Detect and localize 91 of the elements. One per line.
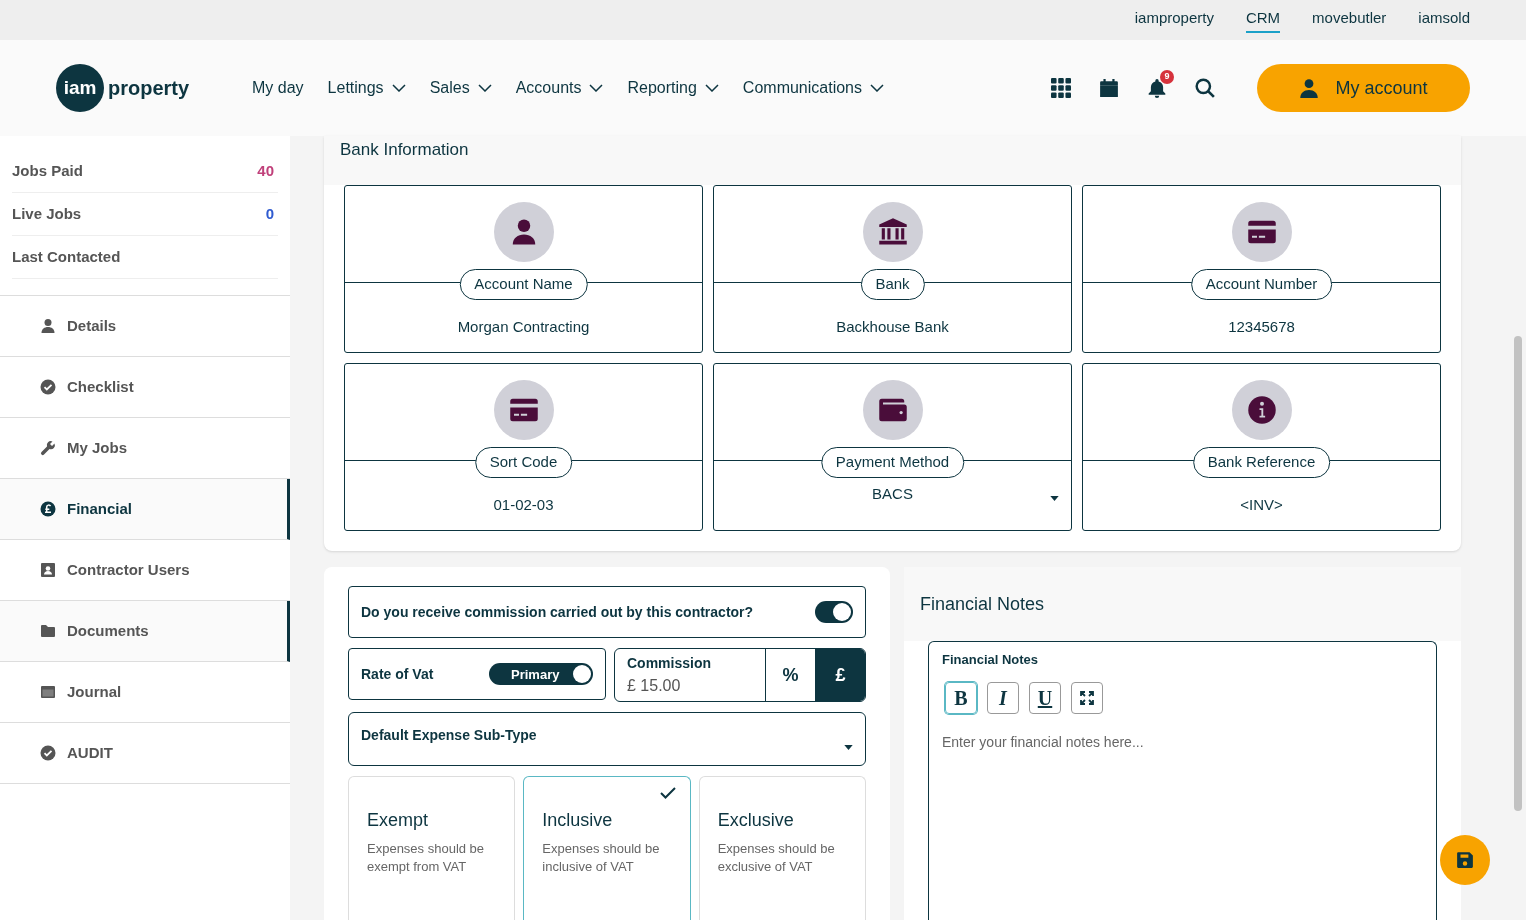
- top-link[interactable]: movebutler: [1312, 7, 1387, 33]
- field-label: Account Name: [459, 269, 588, 300]
- apps-grid-icon: [1051, 78, 1071, 98]
- stat-label: Live Jobs: [12, 203, 82, 224]
- nav-link[interactable]: Sales: [429, 76, 492, 100]
- search-button[interactable]: [1193, 76, 1217, 100]
- unit-toggle[interactable]: £: [815, 649, 865, 701]
- expand-button[interactable]: [1071, 681, 1103, 714]
- field-label: Rate of Vat: [361, 664, 434, 684]
- id-badge-icon: [40, 562, 56, 578]
- field-value: Morgan Contracting: [457, 317, 590, 337]
- field-label: Financial Notes: [942, 651, 1040, 669]
- logo-mark: iam: [56, 64, 104, 112]
- top-link[interactable]: iamproperty: [1134, 7, 1214, 33]
- vat-option-card[interactable]: Exclusive Expenses should be exclusive of VAT: [698, 776, 866, 920]
- stat-value: 0: [265, 203, 275, 224]
- expense-sub-type-select[interactable]: Default Expense Sub-Type: [348, 712, 866, 766]
- person-icon: [40, 318, 56, 334]
- option-title: Inclusive: [542, 809, 614, 832]
- checkmark-icon: [659, 787, 676, 799]
- chevron-down-icon: [589, 84, 604, 92]
- field-label: Default Expense Sub-Type: [361, 727, 537, 743]
- option-title: Exempt: [367, 809, 430, 832]
- sidebar-item[interactable]: Financial: [0, 479, 290, 540]
- toggle-switch[interactable]: [815, 601, 853, 623]
- bell-icon: [1147, 78, 1167, 98]
- bank-icon: [877, 217, 908, 247]
- caret-down-icon: [1050, 496, 1059, 501]
- option-description: Expenses should be exempt from VAT: [367, 840, 486, 876]
- option-title: Exclusive: [717, 809, 795, 832]
- stat-label: Jobs Paid: [12, 160, 83, 181]
- user-icon: [1299, 78, 1320, 98]
- check-circle-icon: [40, 379, 56, 395]
- search-icon: [1195, 78, 1215, 98]
- save-button[interactable]: [1440, 835, 1490, 885]
- select-value: BACS: [872, 484, 913, 504]
- vat-option-card[interactable]: Inclusive Expenses should be inclusive of VAT: [523, 776, 691, 920]
- chevron-down-icon: [477, 84, 492, 92]
- sidebar-item[interactable]: Documents: [0, 601, 290, 662]
- wrench-icon: [40, 440, 56, 456]
- my-account-button[interactable]: My account: [1257, 64, 1470, 112]
- calendar-icon: [1099, 78, 1119, 98]
- financial-notes-editor[interactable]: Financial Notes B I U Enter your financial notes here...: [928, 641, 1437, 920]
- check-circle-icon: [40, 745, 56, 761]
- stat-value: 40: [257, 160, 275, 181]
- calendar-button[interactable]: [1097, 76, 1121, 100]
- nav-link[interactable]: My day: [252, 76, 304, 100]
- section-title: Financial Notes: [920, 592, 1045, 616]
- caret-down-icon: [844, 745, 853, 750]
- vat-option-card[interactable]: Exempt Expenses should be exempt from VAT: [348, 776, 516, 920]
- field-value: 12345678: [1228, 317, 1295, 337]
- nav-link[interactable]: Reporting: [627, 76, 719, 100]
- notification-badge: 9: [1160, 70, 1174, 84]
- field-value: Backhouse Bank: [836, 317, 949, 337]
- window-icon: [40, 684, 56, 700]
- bold-button[interactable]: B: [945, 681, 977, 714]
- field-value: 01-02-03: [493, 495, 554, 515]
- notes-text-area[interactable]: Enter your financial notes here...: [942, 731, 1423, 882]
- question-label: Do you receive commission carried out by this contractor?: [361, 602, 754, 622]
- info-icon: [1246, 395, 1277, 425]
- expand-icon: [1079, 689, 1095, 706]
- folder-icon: [40, 623, 56, 639]
- field-label: Bank Reference: [1192, 447, 1331, 478]
- chevron-down-icon: [391, 84, 406, 92]
- section-title: Bank Information: [340, 139, 469, 161]
- option-description: Expenses should be inclusive of VAT: [542, 840, 661, 876]
- italic-button[interactable]: I: [987, 681, 1019, 714]
- chevron-down-icon: [704, 84, 719, 92]
- chevron-down-icon: [870, 84, 884, 92]
- nav-link[interactable]: Lettings: [327, 76, 406, 100]
- field-label: Sort Code: [474, 447, 573, 478]
- nav-link[interactable]: Accounts: [515, 76, 604, 100]
- field-value: £ 15.00: [627, 675, 682, 696]
- payment-method-select[interactable]: BACS: [714, 479, 1071, 530]
- stat-label: Last Contacted: [12, 246, 121, 267]
- option-description: Expenses should be exclusive of VAT: [717, 840, 836, 876]
- field-label: Bank: [860, 269, 925, 300]
- commission-field[interactable]: Commission £ 15.00 % £: [614, 648, 866, 702]
- field-value: <INV>: [1240, 495, 1283, 515]
- field-label: Payment Method: [820, 447, 965, 478]
- field-label: Commission: [627, 653, 712, 673]
- primary-toggle[interactable]: Primary: [489, 663, 593, 685]
- logo-text: property: [108, 76, 190, 101]
- apps-grid-button[interactable]: [1049, 76, 1073, 100]
- top-link[interactable]: iamsold: [1418, 7, 1470, 33]
- nav-link[interactable]: Communications: [742, 76, 884, 100]
- save-icon: [1456, 851, 1474, 869]
- top-link[interactable]: CRM: [1245, 7, 1281, 33]
- field-label: Account Number: [1190, 269, 1333, 300]
- pound-icon: [40, 501, 56, 517]
- underline-button[interactable]: U: [1029, 681, 1061, 714]
